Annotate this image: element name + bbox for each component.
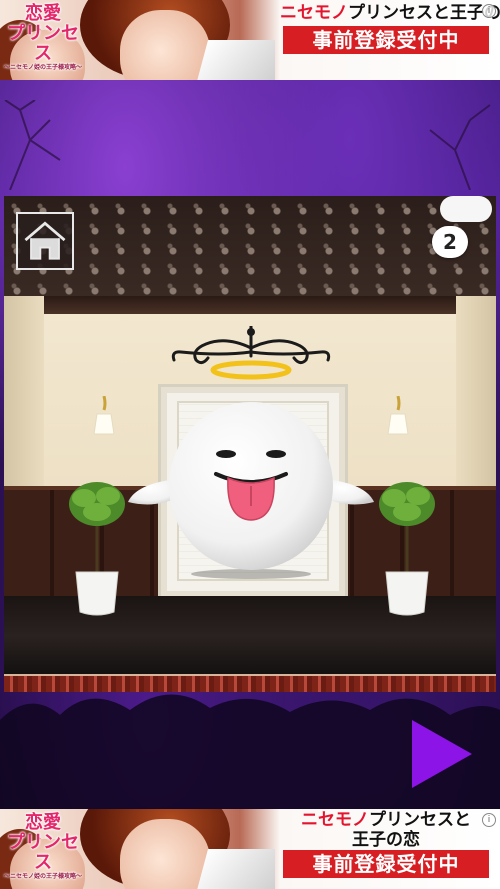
- ad-logo-line1: 恋愛: [25, 812, 61, 833]
- ad-logo-line1: 恋愛: [25, 3, 61, 24]
- potted-plant-right[interactable]: [372, 476, 442, 616]
- wall-sconce-right: [387, 396, 409, 435]
- ad-copy: ニセモノプリンセスと 王子の恋 事前登録受付中: [280, 809, 492, 878]
- tree-silhouette-top: [4, 100, 491, 190]
- ad-headline-highlight: ニセモノ: [301, 810, 369, 830]
- ghost-character[interactable]: [126, 394, 376, 579]
- room-scene[interactable]: [4, 196, 496, 692]
- ad-headline-rest: プリンセスと: [348, 3, 450, 23]
- play-triangle-icon[interactable]: [410, 718, 474, 790]
- ceiling-molding: [4, 296, 496, 314]
- ad-headline: ニセモノプリンセスと: [280, 809, 492, 831]
- ad-logo-line2: プリンセス: [7, 23, 79, 64]
- ad-cta[interactable]: 事前登録受付中: [283, 850, 489, 878]
- ad-logo-line2: プリンセス: [7, 832, 79, 873]
- ad-logo: 恋愛 プリンセス ～ニセモノ姫の王子様攻略～: [2, 813, 84, 881]
- cloud-decoration: [440, 196, 492, 222]
- wall-sconce-left: [93, 396, 115, 435]
- ad-logo-subtitle: ～ニセモノ姫の王子様攻略～: [3, 873, 82, 880]
- item-count-badge: 2: [432, 226, 468, 258]
- chandelier[interactable]: [166, 326, 336, 386]
- home-button[interactable]: [16, 212, 74, 270]
- ceiling: [4, 196, 496, 296]
- info-icon[interactable]: i: [482, 4, 496, 18]
- ad-copy: ニセモノプリンセスと王子の恋 事前登録受付中: [280, 2, 500, 54]
- ad-headline-highlight: ニセモノ: [280, 3, 348, 23]
- rug-edge: [4, 674, 496, 692]
- ad-logo: 恋愛 プリンセス ～ニセモノ姫の王子様攻略～: [2, 4, 84, 72]
- potted-plant-left[interactable]: [62, 476, 132, 616]
- ad-cta[interactable]: 事前登録受付中: [283, 26, 489, 54]
- ad-banner-bottom[interactable]: 恋愛 プリンセス ～ニセモノ姫の王子様攻略～ ニセモノプリンセスと 王子の恋 事…: [0, 809, 500, 889]
- info-icon[interactable]: i: [482, 813, 496, 827]
- ad-headline: ニセモノプリンセスと王子の恋: [280, 2, 500, 24]
- ad-banner-top[interactable]: 恋愛 プリンセス ～ニセモノ姫の王子様攻略～ ニセモノプリンセスと王子の恋 事前…: [0, 0, 500, 80]
- house-icon: [24, 221, 66, 260]
- ad-logo-subtitle: ～ニセモノ姫の王子様攻略～: [3, 64, 82, 71]
- ad-headline-line2: 王子の恋: [352, 830, 420, 850]
- ad-headline-rest: プリンセスと: [369, 810, 471, 830]
